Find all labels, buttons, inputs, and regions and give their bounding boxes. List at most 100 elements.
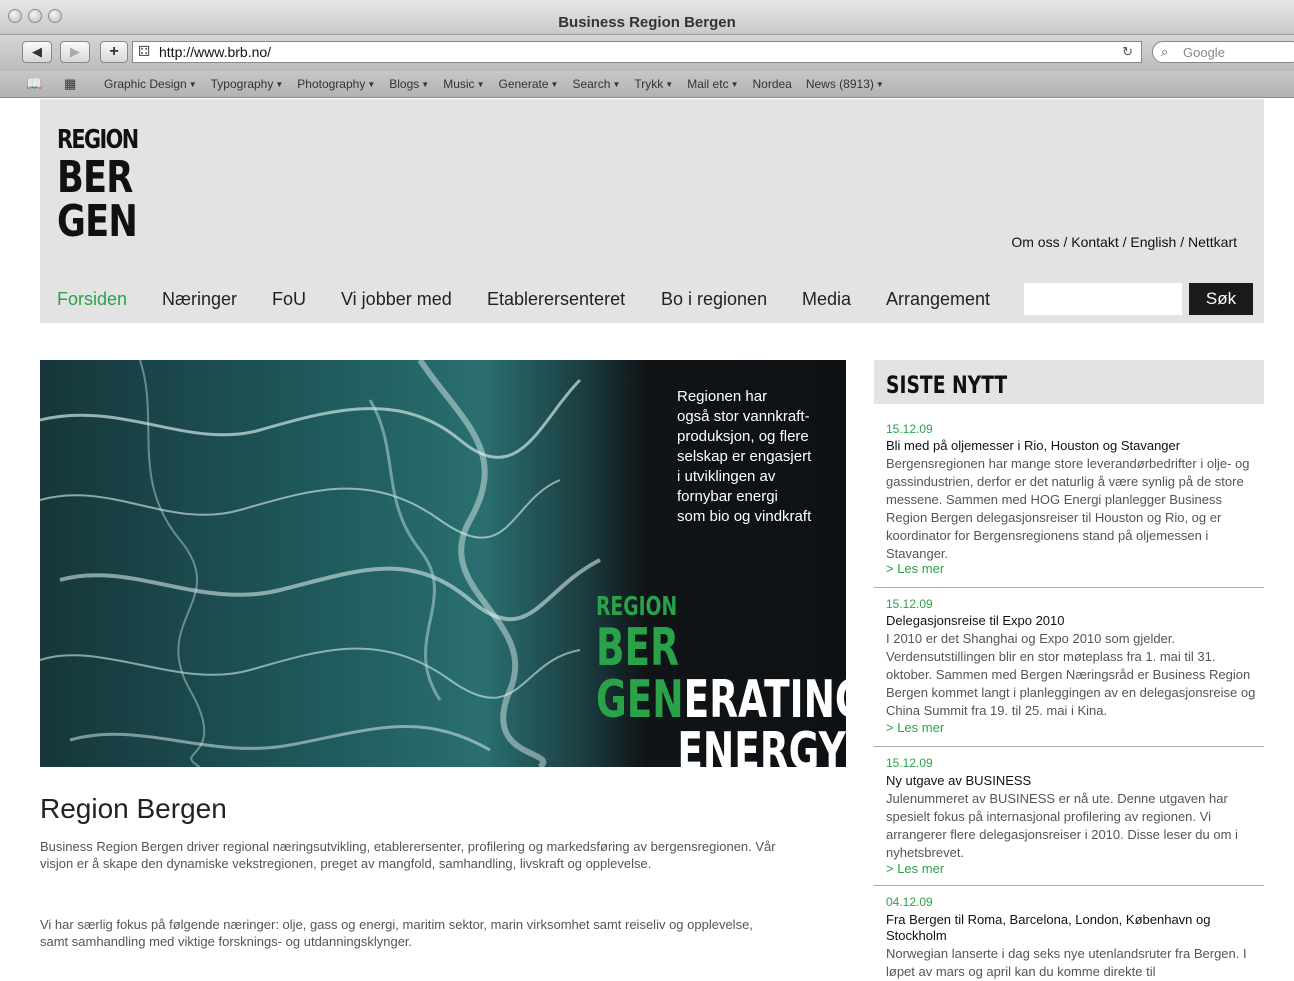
- news-title[interactable]: Fra Bergen til Roma, Barcelona, London, …: [886, 912, 1258, 944]
- bookmark-item[interactable]: Typography ▼: [211, 77, 284, 91]
- forward-arrow-icon: ▶: [70, 44, 80, 59]
- hero-caption: Regionen har også stor vannkraft- produk…: [677, 388, 812, 525]
- bookmark-label: Music: [443, 77, 475, 91]
- plus-icon: +: [109, 43, 119, 60]
- hero-logo-line-2: BER: [596, 618, 679, 678]
- site-favicon-icon: ⚃: [138, 43, 151, 59]
- dropdown-arrow-icon: ▼: [875, 80, 884, 89]
- nav-item-etablerersenteret[interactable]: Etablerersenteret: [487, 289, 625, 310]
- news-date: 15.12.09: [886, 597, 933, 611]
- grid-icon[interactable]: ▦: [64, 76, 76, 92]
- intro-paragraph: Business Region Bergen driver regional n…: [40, 839, 776, 871]
- dropdown-arrow-icon: ▼: [275, 80, 284, 89]
- bookmark-label: Generate: [498, 77, 549, 91]
- news-date: 15.12.09: [886, 756, 933, 770]
- logo-line-1: REGION: [57, 125, 139, 155]
- news-body: Julenummeret av BUSINESS er nå ute. Denn…: [886, 791, 1238, 860]
- news-body: Bergensregionen har mange store leverand…: [886, 456, 1250, 561]
- news-item: 15.12.09 Ny utgave av BUSINESS Julenumme…: [874, 747, 1264, 886]
- browser-search-field[interactable]: ⌕ Google: [1152, 41, 1294, 63]
- forward-button[interactable]: ▶: [60, 41, 90, 63]
- bookmark-item[interactable]: Search ▼: [572, 77, 620, 91]
- news-item: 04.12.09 Fra Bergen til Roma, Barcelona,…: [874, 886, 1264, 979]
- back-button[interactable]: ◀: [22, 41, 52, 63]
- address-bar[interactable]: ⚃ http://www.brb.no/ ↻: [132, 41, 1142, 63]
- hero-banner: Regionen har også stor vannkraft- produk…: [40, 360, 846, 767]
- news-heading: SISTE NYTT: [886, 371, 1008, 399]
- news-item: 15.12.09 Delegasjonsreise til Expo 2010 …: [874, 588, 1264, 747]
- bookmark-label: Graphic Design: [104, 77, 187, 91]
- dropdown-arrow-icon: ▼: [188, 80, 197, 89]
- news-date: 04.12.09: [886, 895, 933, 909]
- news-read-more-link[interactable]: > Les mer: [886, 861, 944, 876]
- news-item: 15.12.09 Bli med på oljemesser i Rio, Ho…: [874, 404, 1264, 588]
- window-title: Business Region Bergen: [558, 14, 736, 31]
- news-title[interactable]: Delegasjonsreise til Expo 2010: [886, 613, 1258, 629]
- bookmarks-list: Graphic Design ▼ Typography ▼ Photography ▼ Bl…: [104, 77, 898, 91]
- bookmark-item[interactable]: Graphic Design ▼: [104, 77, 197, 91]
- reload-icon[interactable]: ↻: [1122, 44, 1133, 60]
- news-read-more-link[interactable]: > Les mer: [886, 720, 944, 735]
- news-heading-box: SISTE NYTT: [874, 360, 1264, 404]
- nav-item-naeringer[interactable]: Næringer: [162, 289, 237, 310]
- news-title[interactable]: Ny utgave av BUSINESS: [886, 773, 1258, 789]
- nav-item-bo-i-regionen[interactable]: Bo i regionen: [661, 289, 767, 310]
- dropdown-arrow-icon: ▼: [421, 80, 430, 89]
- news-body: Norwegian lanserte i dag seks nye utenla…: [886, 946, 1247, 979]
- dropdown-arrow-icon: ▼: [476, 80, 485, 89]
- utility-links[interactable]: Om oss / Kontakt / English / Nettkart: [1011, 234, 1237, 250]
- news-body: I 2010 er det Shanghai og Expo 2010 som …: [886, 631, 1256, 718]
- bookmark-label: News (8913): [805, 77, 874, 91]
- browser-search-placeholder: Google: [1183, 45, 1225, 60]
- search-button[interactable]: Søk: [1189, 283, 1253, 315]
- focus-paragraph: Vi har særlig fokus på følgende næringer…: [40, 917, 753, 949]
- nav-item-arrangement[interactable]: Arrangement: [886, 289, 990, 310]
- dropdown-arrow-icon: ▼: [550, 80, 559, 89]
- generating-energy-logo: REGION BER GENERATING ENERGY: [596, 594, 846, 767]
- hero-logo-line-1: REGION: [596, 592, 678, 622]
- bookmark-label: Blogs: [389, 77, 420, 91]
- region-bergen-logo[interactable]: REGION BER GEN: [57, 127, 158, 244]
- bookmark-item[interactable]: Mail etc ▼: [687, 77, 738, 91]
- browser-toolbar: ◀ ▶ + ⚃ http://www.brb.no/ ↻ ⌕ Google: [0, 35, 1294, 71]
- address-bar-url: http://www.brb.no/: [159, 44, 272, 60]
- site-search-input[interactable]: [1024, 283, 1182, 315]
- hero-logo-erating: ERATING: [683, 670, 846, 730]
- bookmarks-bar: 📖 ▦ Graphic Design ▼ Typography ▼ Photograph…: [0, 71, 1294, 98]
- nav-item-forsiden[interactable]: Forsiden: [57, 289, 127, 310]
- bookmark-item[interactable]: Nordea: [752, 77, 791, 91]
- dropdown-arrow-icon: ▼: [367, 80, 376, 89]
- nav-item-vi-jobber-med[interactable]: Vi jobber med: [341, 289, 452, 310]
- bookmark-label: Nordea: [752, 77, 792, 91]
- dropdown-arrow-icon: ▼: [612, 80, 621, 89]
- hero-logo-gen: GEN: [596, 670, 684, 730]
- hero-logo-line-4: ENERGY: [677, 722, 846, 767]
- logo-line-3: GEN: [57, 196, 138, 247]
- dropdown-arrow-icon: ▼: [665, 80, 674, 89]
- bookmark-label: Trykk: [634, 77, 664, 91]
- dropdown-arrow-icon: ▼: [730, 80, 739, 89]
- bookmark-item[interactable]: Blogs ▼: [389, 77, 429, 91]
- bookmark-item[interactable]: Music ▼: [443, 77, 484, 91]
- logo-line-2: BER: [57, 152, 133, 203]
- news-read-more-link[interactable]: > Les mer: [886, 561, 944, 576]
- site-header: REGION BER GEN Om oss / Kontakt / Englis…: [40, 99, 1264, 323]
- magnifier-icon: ⌕: [1161, 44, 1169, 59]
- add-bookmark-button[interactable]: +: [100, 41, 128, 63]
- window-titlebar: Business Region Bergen: [0, 0, 1294, 35]
- page-title: Region Bergen: [40, 793, 227, 824]
- hero-logo-line-3: GENERATING: [596, 674, 846, 726]
- book-icon[interactable]: 📖: [26, 76, 42, 92]
- nav-item-media[interactable]: Media: [802, 289, 851, 310]
- bookmark-item[interactable]: News (8913) ▼: [806, 77, 884, 91]
- news-title[interactable]: Bli med på oljemesser i Rio, Houston og …: [886, 438, 1258, 454]
- news-date: 15.12.09: [886, 422, 933, 436]
- nav-item-fou[interactable]: FoU: [272, 289, 306, 310]
- bookmark-item[interactable]: Trykk ▼: [634, 77, 673, 91]
- bookmark-item[interactable]: Photography ▼: [297, 77, 375, 91]
- bookmark-label: Photography: [297, 77, 366, 91]
- bookmark-item[interactable]: Generate ▼: [498, 77, 558, 91]
- bookmark-label: Mail etc: [687, 77, 729, 91]
- bookmark-label: Typography: [210, 77, 274, 91]
- bookmark-label: Search: [572, 77, 611, 91]
